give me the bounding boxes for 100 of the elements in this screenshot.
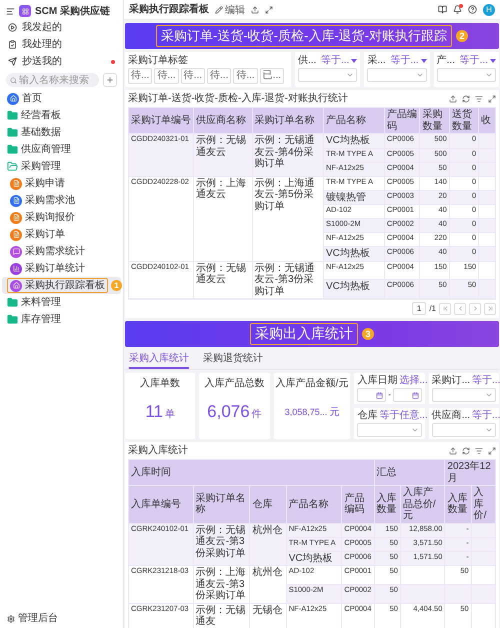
- document-icon: [12, 214, 20, 221]
- tab[interactable]: 采购入库统计: [129, 350, 189, 369]
- home-icon: [7, 92, 19, 104]
- date-field[interactable]: [357, 388, 386, 402]
- column-group-header: 汇总: [374, 460, 445, 486]
- filter-label: 产...: [436, 55, 455, 67]
- nav-subitem[interactable]: 采购询报价: [7, 210, 78, 225]
- menu-icon[interactable]: [6, 6, 15, 16]
- column-header: 入库数量: [374, 486, 400, 523]
- nav-item[interactable]: 库存管理: [2, 311, 121, 328]
- tag-chip[interactable]: 待...: [207, 68, 232, 84]
- operator-select[interactable]: 选择...: [399, 375, 428, 387]
- banner-title: 采购订单-送货-收货-质检-入库-退货-对账执行跟踪: [156, 25, 452, 47]
- upload-icon[interactable]: [251, 6, 259, 14]
- step-badge: 2: [456, 30, 468, 42]
- refresh-icon[interactable]: [462, 447, 470, 455]
- book-icon[interactable]: [438, 5, 447, 14]
- filter-label: 入库日期: [357, 375, 398, 387]
- expand-icon[interactable]: [488, 95, 496, 103]
- table-cell: VC均热板: [324, 134, 384, 148]
- nav-subitem[interactable]: 采购执行跟踪看板: [7, 278, 108, 293]
- tag-chip[interactable]: 待...: [128, 68, 152, 84]
- nav-item[interactable]: 经营看板: [2, 107, 121, 124]
- table-cell: 示例：上海通友云: [194, 176, 252, 261]
- operator-select[interactable]: 等于...: [460, 55, 488, 67]
- folder-icon: [7, 144, 18, 155]
- tag-chip[interactable]: 待...: [180, 68, 206, 84]
- table-cell: 无锡仓: [250, 603, 286, 628]
- caret-icon: [351, 59, 358, 63]
- stat-unit: 件: [252, 409, 262, 420]
- refresh-icon[interactable]: [462, 95, 470, 103]
- tag-chip[interactable]: 待...: [154, 68, 179, 84]
- chevron-down-icon: [416, 71, 424, 79]
- stat-unit: 元: [329, 407, 340, 418]
- column-group-header: 入库时间: [128, 460, 374, 486]
- admin-link[interactable]: 管理后台: [0, 612, 123, 626]
- folder-icon: [7, 127, 18, 138]
- nav-subitem[interactable]: 采购需求池: [7, 193, 78, 208]
- tag-chip[interactable]: 待...: [233, 68, 258, 84]
- search-field[interactable]: 输入名称来搜索: [6, 73, 99, 87]
- quick-link[interactable]: 我处理的: [0, 36, 123, 53]
- operator-select[interactable]: 等于...: [472, 410, 500, 422]
- bar-chart-icon: [12, 265, 20, 272]
- nav-subitem[interactable]: 采购需求统计: [7, 244, 88, 259]
- app-title: SCM 采购供应链: [35, 4, 110, 18]
- folder-icon: [7, 314, 18, 325]
- banner-title: 采购出入库统计: [250, 323, 358, 345]
- stat-value: 6,076: [207, 402, 250, 421]
- chevron-left-icon: [456, 305, 464, 312]
- tag-chip[interactable]: 已...: [260, 68, 284, 84]
- open-folder-icon: [7, 161, 18, 172]
- operator-select[interactable]: 等于...: [390, 55, 419, 67]
- upload-icon[interactable]: [449, 95, 457, 103]
- filter-list-icon[interactable]: [475, 447, 483, 455]
- column-header: 产品编码: [384, 108, 420, 134]
- chevron-down-icon: [346, 71, 354, 79]
- pencil-icon: [215, 6, 223, 14]
- nav-subitem[interactable]: 采购申请: [7, 176, 68, 191]
- upload-icon[interactable]: [449, 447, 457, 455]
- chevron-down-icon: [484, 71, 493, 79]
- nav-subitem[interactable]: 采购订单: [7, 227, 68, 242]
- table-cell: 杭州仓: [250, 566, 286, 603]
- nav-item[interactable]: 首页: [2, 90, 121, 107]
- table-cell: 镀镍热管: [324, 190, 384, 204]
- table-title: 采购订单-送货-收货-质检-入库-退货-对账执行统计: [128, 93, 348, 105]
- table-cell: 示例：无锡通友云: [194, 261, 252, 298]
- column-header: 收: [478, 108, 496, 134]
- search-icon: [10, 76, 17, 84]
- nav-item[interactable]: 来料管理: [2, 294, 121, 311]
- expand-icon[interactable]: [488, 447, 496, 455]
- table-cell: 示例：无锡通友云-第4份采购订单: [252, 134, 324, 176]
- filter-list-icon[interactable]: [475, 95, 483, 103]
- column-header: 采购订单名称: [252, 108, 324, 134]
- bell-icon[interactable]: [453, 5, 462, 14]
- step-badge: 1: [111, 280, 122, 291]
- column-header: 入库数量: [444, 486, 472, 523]
- quick-link[interactable]: 抄送我的: [0, 53, 123, 70]
- operator-select[interactable]: 等于...: [320, 55, 350, 67]
- nav-subitem[interactable]: 采购订单统计: [7, 261, 88, 276]
- nav-item[interactable]: 基础数据: [2, 124, 121, 141]
- edit-button[interactable]: 编辑: [215, 2, 245, 16]
- add-button[interactable]: [103, 73, 117, 87]
- fullscreen-icon[interactable]: [265, 6, 273, 14]
- table-cell: VC均热板: [286, 551, 342, 566]
- operator-select[interactable]: 等于任意...: [379, 410, 428, 422]
- range-separator: -: [388, 390, 391, 400]
- page-number[interactable]: 1: [412, 302, 426, 315]
- nav-item[interactable]: 供应商管理: [2, 141, 121, 158]
- tab[interactable]: 采购退货统计: [203, 350, 263, 369]
- column-header: 入库单编号: [128, 486, 194, 523]
- nav-item[interactable]: 采购管理: [2, 158, 121, 175]
- date-field[interactable]: [392, 388, 422, 402]
- quick-link[interactable]: 我发起的: [0, 19, 123, 36]
- chevron-right-icon: [472, 305, 478, 312]
- operator-select[interactable]: 等于...: [472, 375, 500, 387]
- help-icon[interactable]: [468, 5, 477, 14]
- stat-value: 11: [145, 402, 163, 421]
- filter-label: 采购订单标签: [128, 55, 188, 67]
- caret-icon: [490, 59, 496, 63]
- filter-label: 供应商...: [432, 410, 470, 422]
